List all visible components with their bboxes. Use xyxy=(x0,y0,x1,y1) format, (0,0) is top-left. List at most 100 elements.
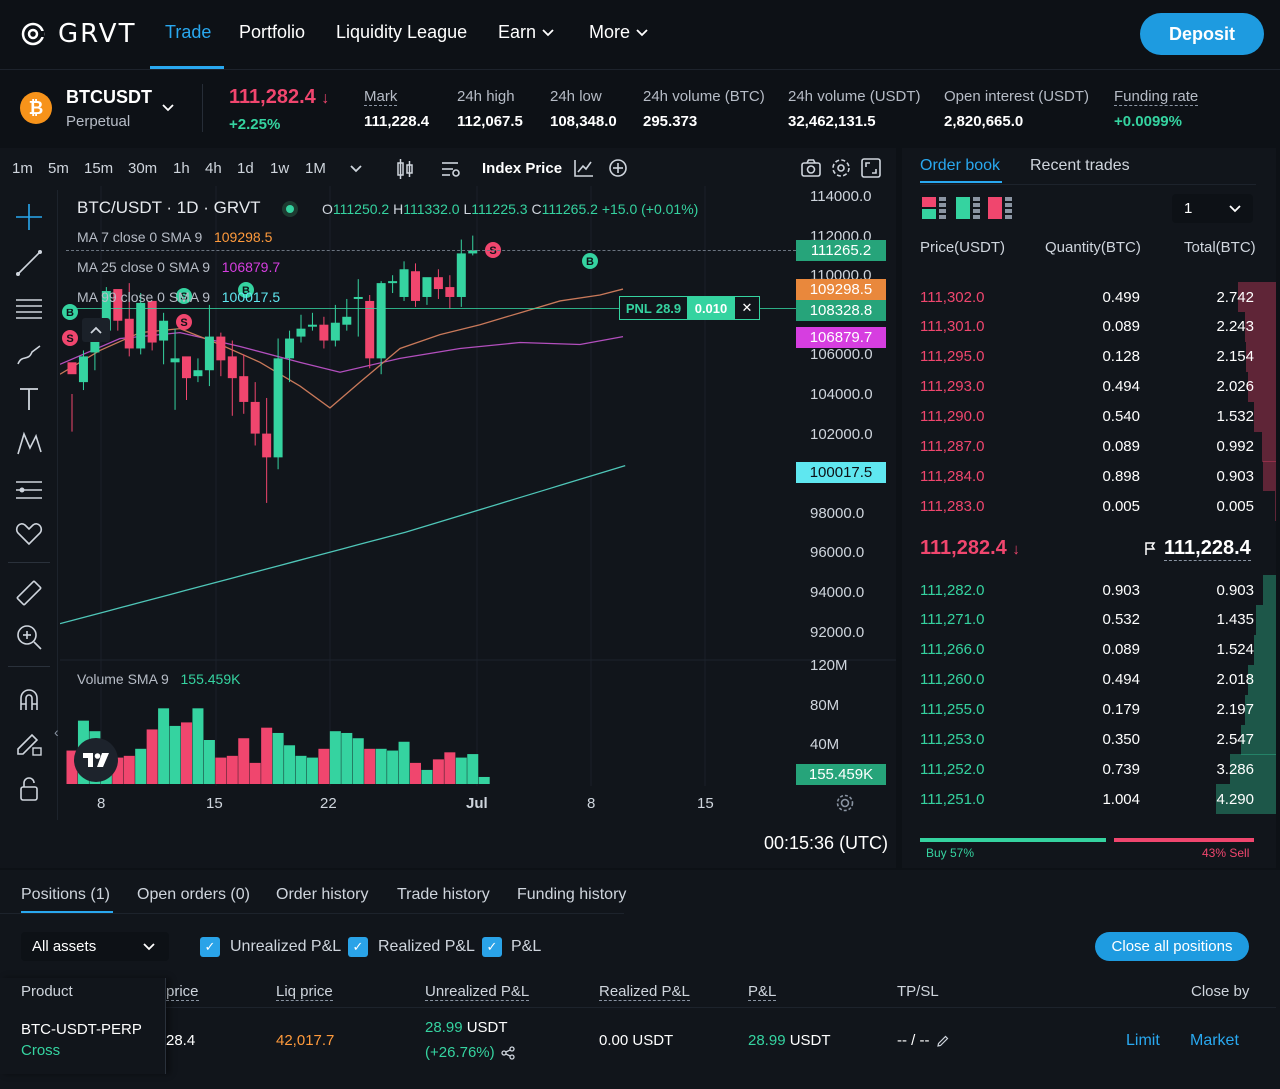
ob-bids-view-icon[interactable] xyxy=(955,196,981,220)
nav-earn[interactable]: Earn xyxy=(498,22,554,43)
tf-15m[interactable]: 15m xyxy=(84,160,113,177)
ob-cell-q: 0.540 xyxy=(1102,408,1140,426)
heart-icon[interactable] xyxy=(12,516,46,550)
bid-row[interactable]: 111,266.0 0.089 1.524 xyxy=(920,634,1276,665)
candle-type-icon[interactable] xyxy=(395,158,415,180)
grvt-logo[interactable]: GRVT xyxy=(20,19,136,49)
tradingview-logo-icon[interactable] xyxy=(74,738,118,782)
bid-row[interactable]: 111,271.0 0.532 1.435 xyxy=(920,604,1276,635)
deposit-button[interactable]: Deposit xyxy=(1140,13,1264,55)
utc-clock[interactable]: 00:15:36 (UTC) xyxy=(764,833,888,854)
pos-tab-divider xyxy=(0,913,624,914)
close-all-positions-button[interactable]: Close all positions xyxy=(1095,932,1249,961)
settings-icon[interactable] xyxy=(831,158,851,178)
ob-both-view-icon[interactable] xyxy=(921,196,947,220)
tf-4h[interactable]: 4h xyxy=(205,160,222,177)
fullscreen-icon[interactable] xyxy=(861,158,881,178)
checkbox-realized-pnl[interactable]: ✓ xyxy=(348,937,368,957)
volume-bar xyxy=(329,731,341,784)
close-position-icon[interactable]: ✕ xyxy=(735,297,759,319)
lock-drawings-icon[interactable] xyxy=(12,726,46,760)
ask-row[interactable]: 111,283.0 0.005 0.005 xyxy=(920,491,1276,522)
ask-row[interactable]: 111,302.0 0.499 2.742 xyxy=(920,282,1276,312)
fib-lines-icon[interactable] xyxy=(12,292,46,326)
tab-funding-history[interactable]: Funding history xyxy=(517,886,626,904)
pattern-icon[interactable] xyxy=(12,426,46,460)
volume-bar xyxy=(295,755,307,784)
share-icon[interactable] xyxy=(500,1045,515,1060)
tf-1m[interactable]: 1m xyxy=(12,160,33,177)
ask-row[interactable]: 111,290.0 0.540 1.532 xyxy=(920,401,1276,432)
ask-row[interactable]: 111,295.0 0.128 2.154 xyxy=(920,341,1276,372)
axis-settings-icon[interactable] xyxy=(835,793,855,813)
stat-mark-label[interactable]: Mark xyxy=(364,88,398,106)
tf-1d[interactable]: 1d xyxy=(237,160,254,177)
volume-bar xyxy=(478,776,490,784)
volume-bar xyxy=(146,729,158,784)
add-compare-icon[interactable] xyxy=(608,158,628,178)
ask-row[interactable]: 111,284.0 0.898 0.903 xyxy=(920,461,1276,492)
arrow-down-icon: ↓ xyxy=(321,90,330,107)
volume-legend-value: 155.459K xyxy=(180,671,241,687)
bid-row[interactable]: 111,253.0 0.350 2.547 xyxy=(920,724,1276,755)
tf-more-chevron-icon[interactable] xyxy=(350,165,362,173)
tab-open-orders[interactable]: Open orders (0) xyxy=(137,886,250,904)
pnl-position-label[interactable]: PNL 28.9 0.010 ✕ xyxy=(619,296,760,320)
tab-trade-history[interactable]: Trade history xyxy=(397,886,490,904)
position-price: 28.4 xyxy=(166,1032,196,1049)
arrow-down-icon: ↓ xyxy=(1012,541,1020,558)
ask-row[interactable]: 111,301.0 0.089 2.243 xyxy=(920,311,1276,342)
bid-row[interactable]: 111,252.0 0.739 3.286 xyxy=(920,754,1276,785)
tab-positions[interactable]: Positions (1) xyxy=(21,886,110,904)
precision-select[interactable]: 1 xyxy=(1172,194,1253,223)
price-chart[interactable]: SBSBSBS xyxy=(60,186,896,826)
indicators-icon[interactable] xyxy=(441,160,461,178)
position-product[interactable]: BTC-USDT-PERP xyxy=(21,1021,142,1038)
checkbox-unrealized-pnl[interactable]: ✓ xyxy=(200,937,220,957)
bid-row[interactable]: 111,282.0 0.903 0.903 xyxy=(920,575,1276,605)
text-tool-icon[interactable] xyxy=(12,382,46,416)
trend-line-icon[interactable] xyxy=(12,246,46,280)
bid-row[interactable]: 111,255.0 0.179 2.197 xyxy=(920,694,1276,725)
nav-liquidity-league[interactable]: Liquidity League xyxy=(336,22,467,43)
ma99-line xyxy=(60,465,626,625)
edit-pencil-icon[interactable] xyxy=(937,1035,949,1047)
brush-icon[interactable] xyxy=(12,338,46,372)
ask-row[interactable]: 111,293.0 0.494 2.026 xyxy=(920,371,1276,402)
tf-1w[interactable]: 1w xyxy=(270,160,289,177)
collapse-legend-button[interactable] xyxy=(82,318,110,342)
crosshair-icon[interactable] xyxy=(12,200,46,234)
nav-more[interactable]: More xyxy=(589,22,648,43)
bid-row[interactable]: 111,251.0 1.004 4.290 xyxy=(920,784,1276,815)
asset-filter-select[interactable]: All assets xyxy=(21,932,169,961)
line-chart-icon[interactable] xyxy=(574,159,594,177)
camera-icon[interactable] xyxy=(801,159,821,177)
close-limit-button[interactable]: Limit xyxy=(1126,1032,1160,1050)
stat-funding-label[interactable]: Funding rate xyxy=(1114,88,1199,106)
scroll-left-icon[interactable]: ‹ xyxy=(54,724,59,740)
unlock-icon[interactable] xyxy=(12,772,46,806)
magnet-icon[interactable] xyxy=(12,682,46,716)
prediction-icon[interactable] xyxy=(12,472,46,506)
tf-30m[interactable]: 30m xyxy=(128,160,157,177)
index-price-toggle[interactable]: Index Price xyxy=(482,160,562,177)
tf-1M[interactable]: 1M xyxy=(305,160,326,177)
ask-row[interactable]: 111,287.0 0.089 0.992 xyxy=(920,431,1276,462)
ob-asks-view-icon[interactable] xyxy=(987,196,1013,220)
zoom-in-icon[interactable] xyxy=(12,620,46,654)
tf-1h[interactable]: 1h xyxy=(173,160,190,177)
nav-portfolio[interactable]: Portfolio xyxy=(239,22,305,43)
symbol-chevron-down-icon[interactable] xyxy=(162,104,174,112)
tab-order-book[interactable]: Order book xyxy=(920,157,1000,175)
nav-trade[interactable]: Trade xyxy=(165,22,211,43)
ruler-icon[interactable] xyxy=(12,576,46,610)
symbol-name[interactable]: BTCUSDT xyxy=(66,87,152,108)
candle-body xyxy=(411,271,420,301)
bid-row[interactable]: 111,260.0 0.494 2.018 xyxy=(920,664,1276,695)
checkbox-pnl[interactable]: ✓ xyxy=(482,937,502,957)
tab-order-history[interactable]: Order history xyxy=(276,886,368,904)
tf-5m[interactable]: 5m xyxy=(48,160,69,177)
tab-recent-trades[interactable]: Recent trades xyxy=(1030,157,1130,175)
chevron-down-icon xyxy=(636,28,648,36)
close-market-button[interactable]: Market xyxy=(1190,1032,1239,1050)
